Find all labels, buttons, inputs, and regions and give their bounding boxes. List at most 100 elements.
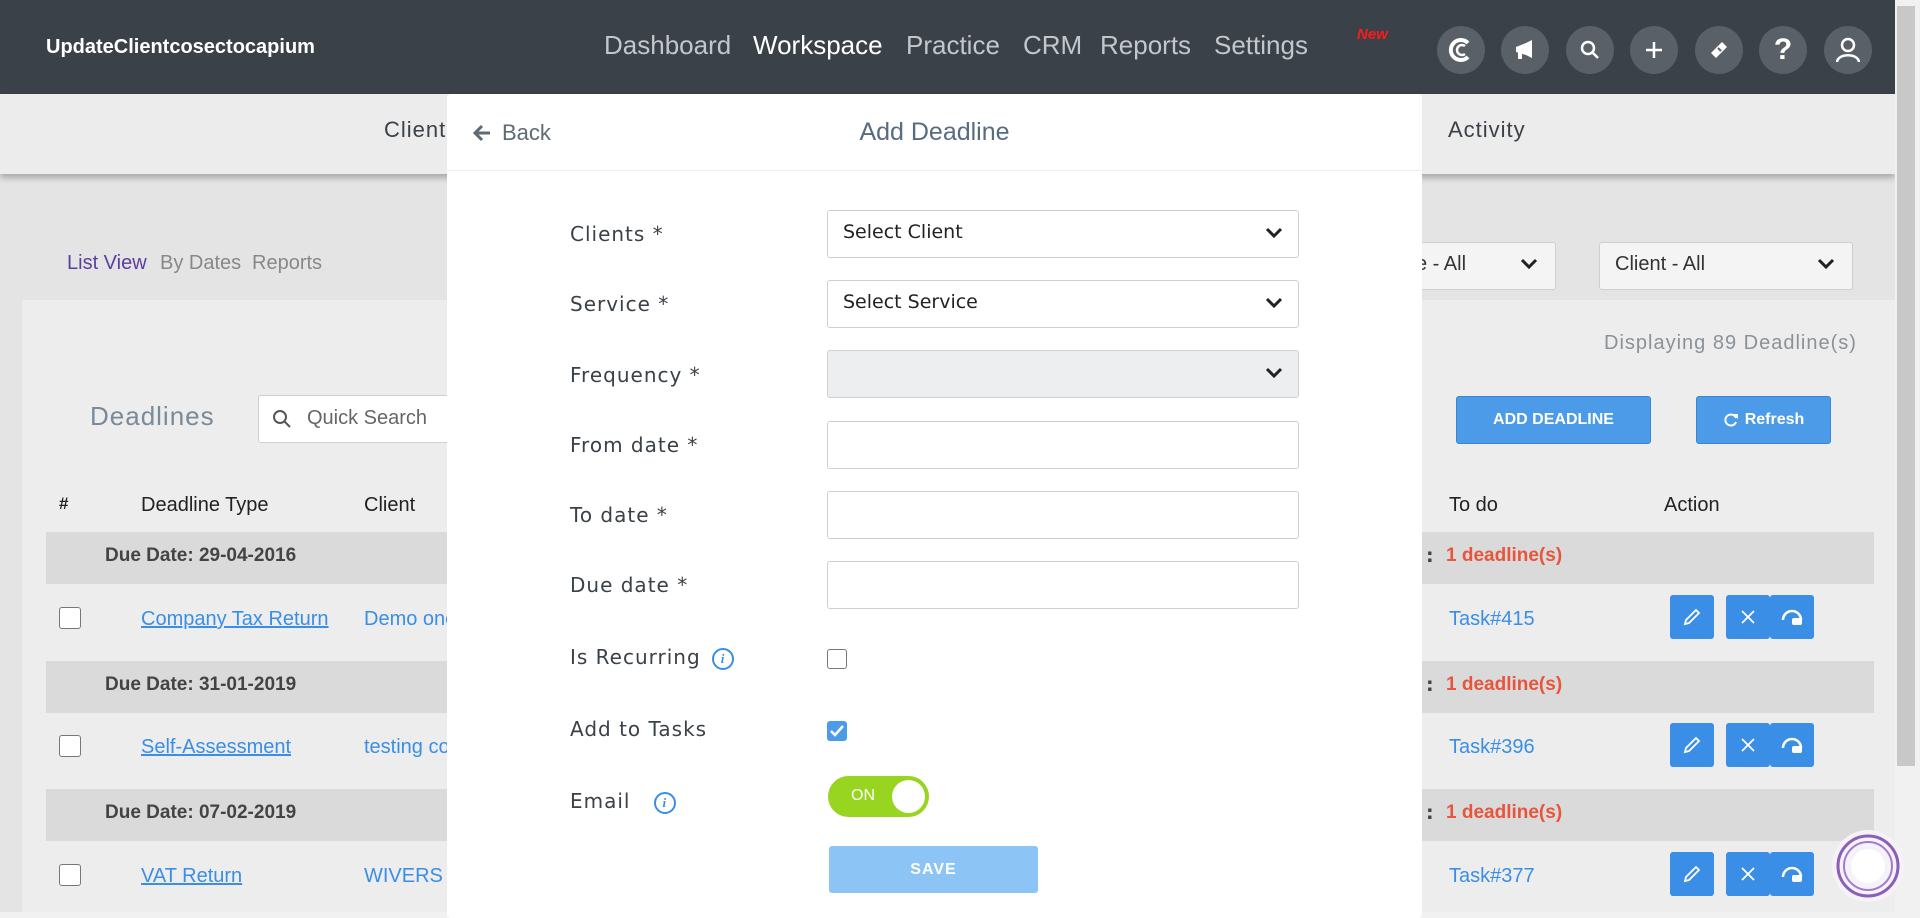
top-navigation-bar: UpdateClientcosectocapium Dashboard Work… <box>0 0 1920 94</box>
ticket-icon[interactable] <box>1695 26 1743 74</box>
info-icon[interactable]: i <box>653 791 676 814</box>
arrow-left-icon <box>472 124 490 142</box>
modal-title: Add Deadline <box>859 118 1010 146</box>
add-to-tasks-checkbox[interactable] <box>827 721 847 741</box>
deadline-type-link[interactable]: VAT Return <box>141 865 242 888</box>
due-date-input[interactable] <box>827 561 1299 609</box>
deadline-count-label: 1 deadline(s) <box>1446 674 1563 695</box>
pencil-icon <box>1683 865 1701 883</box>
nav-dashboard[interactable]: Dashboard <box>604 30 731 61</box>
is-recurring-checkbox[interactable] <box>827 649 847 669</box>
support-icon <box>1781 609 1803 625</box>
chevron-down-icon <box>1520 258 1538 270</box>
edit-button[interactable] <box>1670 595 1714 639</box>
due-date-label: Due Date: 07-02-2019 <box>105 802 297 823</box>
client-link[interactable]: testing co <box>364 736 450 759</box>
is-recurring-label: Is Recurring <box>570 645 701 669</box>
deadline-count-label: 1 deadline(s) <box>1446 802 1563 823</box>
delete-button[interactable] <box>1726 723 1770 767</box>
row-checkbox[interactable] <box>59 735 81 757</box>
email-toggle[interactable]: ON <box>828 776 929 817</box>
close-icon <box>1741 867 1755 881</box>
frequency-label: Frequency * <box>570 363 701 387</box>
user-icon[interactable] <box>1824 26 1872 74</box>
delete-button[interactable] <box>1726 595 1770 639</box>
help-icon[interactable]: ? <box>1759 26 1807 74</box>
close-icon <box>1741 738 1755 752</box>
edit-button[interactable] <box>1670 852 1714 896</box>
quick-search-input[interactable]: Quick Search <box>258 395 460 443</box>
deadline-type-link[interactable]: Self-Assessment <box>141 736 291 759</box>
is-recurring-row: Is Recurring i <box>570 645 735 670</box>
clients-label: Clients * <box>570 222 664 246</box>
row-checkbox[interactable] <box>59 607 81 629</box>
task-link[interactable]: Task#377 <box>1449 865 1535 888</box>
info-icon[interactable]: i <box>712 647 735 670</box>
nav-reports[interactable]: Reports <box>1100 30 1191 61</box>
search-icon <box>273 410 291 428</box>
save-button[interactable]: SAVE <box>829 846 1038 893</box>
chat-launcher-button[interactable] <box>1832 830 1904 902</box>
nav-crm[interactable]: CRM <box>1023 30 1082 61</box>
service-select[interactable]: Select Service <box>827 280 1299 328</box>
frequency-select[interactable] <box>827 350 1299 398</box>
back-button[interactable]: Back <box>472 120 551 146</box>
chevron-down-icon <box>1817 258 1835 270</box>
add-deadline-button[interactable]: ADD DEADLINE <box>1456 396 1651 444</box>
due-date-label: Due Date: 29-04-2016 <box>105 545 297 566</box>
add-to-tasks-label: Add to Tasks <box>570 717 708 741</box>
plus-icon[interactable] <box>1630 26 1678 74</box>
edit-button[interactable] <box>1670 723 1714 767</box>
scrollbar-thumb[interactable] <box>1897 6 1915 766</box>
modal-header: Back Add Deadline <box>447 94 1422 171</box>
search-icon[interactable] <box>1566 26 1614 74</box>
support-button[interactable] <box>1770 852 1814 896</box>
col-header-num: # <box>59 494 69 513</box>
tab-activity[interactable]: Activity <box>1448 117 1526 143</box>
chevron-down-icon <box>1265 227 1283 239</box>
task-link[interactable]: Task#415 <box>1449 608 1535 631</box>
deadline-type-link[interactable]: Company Tax Return <box>141 608 329 631</box>
toggle-knob <box>892 780 925 813</box>
support-button[interactable] <box>1770 723 1814 767</box>
support-icon <box>1781 737 1803 753</box>
task-link[interactable]: Task#396 <box>1449 736 1535 759</box>
pencil-icon <box>1683 736 1701 754</box>
reports-link[interactable]: Reports <box>252 252 322 275</box>
megaphone-icon[interactable] <box>1501 26 1549 74</box>
nav-workspace[interactable]: Workspace <box>753 30 883 61</box>
by-dates-link[interactable]: By Dates <box>160 252 241 275</box>
client-filter-select[interactable]: Client - All <box>1599 242 1853 290</box>
pencil-icon <box>1683 608 1701 626</box>
nav-practice[interactable]: Practice <box>906 30 1000 61</box>
capium-logo-icon[interactable] <box>1437 26 1485 74</box>
list-view-link[interactable]: List View <box>67 252 147 275</box>
to-date-input[interactable] <box>827 491 1299 539</box>
support-button[interactable] <box>1770 595 1814 639</box>
col-header-deadline-type[interactable]: Deadline Type <box>141 494 269 517</box>
tab-client[interactable]: Client <box>384 117 446 143</box>
from-date-input[interactable] <box>827 421 1299 469</box>
row-checkbox[interactable] <box>59 864 81 886</box>
deadline-count-label: 1 deadline(s) <box>1446 545 1563 566</box>
to-date-label: To date * <box>570 503 668 527</box>
deadlines-title: Deadlines <box>90 401 215 431</box>
service-label: Service * <box>570 292 670 316</box>
checkmark-icon <box>830 725 844 737</box>
col-header-todo[interactable]: To do <box>1449 494 1498 517</box>
delete-button[interactable] <box>1726 852 1770 896</box>
deadline-count-text: Displaying 89 Deadline(s) <box>1604 332 1857 354</box>
capium-chat-icon <box>1836 834 1900 898</box>
refresh-button[interactable]: Refresh <box>1696 396 1831 444</box>
close-icon <box>1741 610 1755 624</box>
nav-settings[interactable]: Settings <box>1214 30 1308 61</box>
clients-select[interactable]: Select Client <box>827 210 1299 258</box>
col-header-client[interactable]: Client <box>364 494 415 517</box>
add-deadline-modal: Back Add Deadline Clients * Select Clien… <box>447 94 1422 918</box>
new-badge: New <box>1357 26 1388 43</box>
chevron-down-icon <box>1265 367 1283 379</box>
client-link[interactable]: Demo one <box>364 608 456 631</box>
refresh-icon <box>1724 413 1738 427</box>
email-row: Email i <box>570 789 676 814</box>
due-date-label: Due Date: 31-01-2019 <box>105 674 297 695</box>
